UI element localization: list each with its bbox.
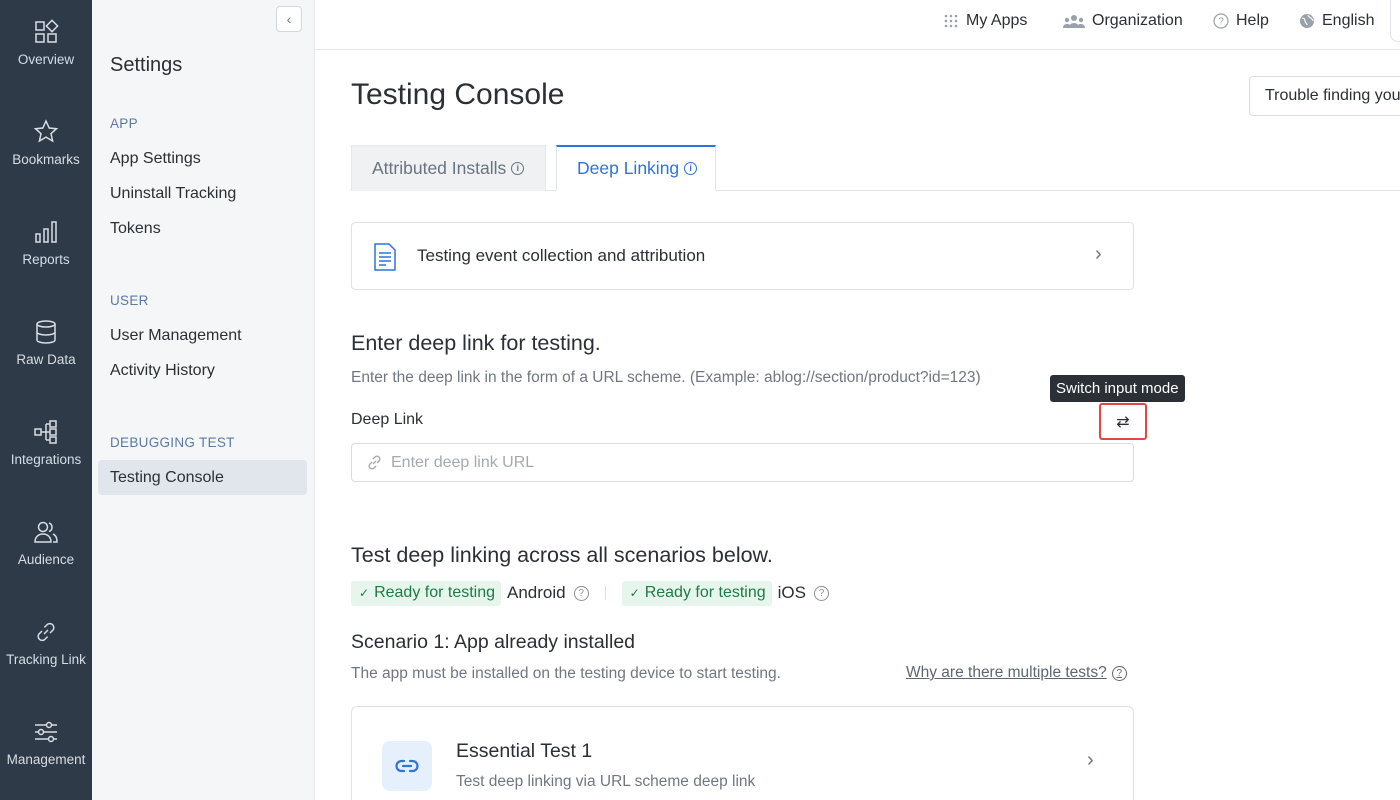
rail-item-management[interactable]: Management: [0, 718, 92, 798]
sidebar-item-testing-console[interactable]: Testing Console: [110, 469, 224, 487]
check-icon: ✓: [629, 586, 640, 600]
apps-grid-icon: [944, 14, 958, 28]
section-label-user: USER: [110, 293, 149, 308]
badge-label: Ready for testing: [374, 584, 496, 601]
database-icon: [36, 320, 56, 344]
rail-label: Audience: [17, 552, 75, 567]
rail-label: Raw Data: [16, 352, 76, 367]
deep-link-field-label: Deep Link: [351, 411, 424, 428]
rail-item-audience[interactable]: Audience: [0, 518, 92, 598]
integration-tree-icon: [34, 420, 57, 444]
page-title: Testing Console: [351, 78, 565, 111]
organization-button[interactable]: Organization: [1063, 12, 1183, 30]
scenario-1-title: Scenario 1: App already installed: [351, 631, 636, 653]
rail-item-raw-data[interactable]: Raw Data: [0, 318, 92, 398]
chevron-right-icon: ›: [1087, 749, 1094, 771]
document-icon: [374, 243, 396, 271]
rail-label: Overview: [17, 52, 75, 67]
divider: [604, 586, 606, 600]
globe-icon: [1300, 14, 1314, 28]
swap-arrows-icon: ⇄: [1116, 413, 1130, 431]
check-icon: ✓: [359, 586, 370, 600]
rail-label: Integrations: [10, 452, 82, 467]
guide-card-label: Testing event collection and attribution: [417, 246, 706, 265]
essential-test-1-description: Test deep linking via URL scheme deep li…: [456, 773, 756, 790]
rail-label: Tracking Link: [6, 652, 86, 667]
sidebar-item-uninstall-tracking[interactable]: Uninstall Tracking: [110, 185, 236, 203]
chevron-left-icon: ‹: [286, 11, 292, 27]
my-apps-label: My Apps: [966, 12, 1028, 29]
section-label-app: APP: [110, 116, 138, 131]
rail-label: Management: [6, 752, 86, 767]
users-icon: [34, 521, 58, 543]
badge-label: Ready for testing: [644, 584, 766, 601]
rail-item-overview[interactable]: Overview: [0, 18, 92, 98]
bar-chart-icon: [35, 221, 57, 243]
help-button[interactable]: ? Help: [1213, 12, 1269, 30]
language-label: English: [1322, 12, 1375, 29]
switch-input-mode-button[interactable]: ⇄: [1099, 403, 1147, 440]
deep-link-input[interactable]: [391, 453, 1091, 472]
essential-test-1-title: Essential Test 1: [456, 740, 593, 762]
profile-button-edge[interactable]: [1390, 0, 1400, 42]
platform-android: Android: [507, 583, 566, 602]
platform-status-row: ✓ Ready for testing Android ? ✓ Ready fo…: [351, 580, 829, 606]
help-circle-icon: ?: [1213, 13, 1229, 29]
organization-label: Organization: [1092, 12, 1183, 29]
sidebar-item-activity-history[interactable]: Activity History: [110, 362, 215, 380]
chevron-right-icon: ›: [1095, 243, 1102, 265]
section-label-debugging-test: DEBUGGING TEST: [110, 435, 235, 450]
deep-link-input-wrapper: [351, 443, 1134, 482]
ready-badge-ios: ✓ Ready for testing: [621, 580, 772, 606]
overview-grid-icon: [35, 19, 59, 43]
guide-card-event-collection[interactable]: Testing event collection and attribution…: [351, 222, 1134, 290]
help-label: Help: [1236, 12, 1269, 29]
rail-item-reports[interactable]: Reports: [0, 218, 92, 298]
essential-test-1-card[interactable]: Essential Test 1 Test deep linking via U…: [351, 706, 1134, 800]
rail-label: Bookmarks: [12, 152, 80, 167]
star-icon: [33, 119, 59, 143]
info-icon: i: [684, 162, 698, 175]
top-header: My Apps Organization ? Help English: [315, 0, 1400, 50]
rail-item-tracking-link[interactable]: Tracking Link: [0, 618, 92, 698]
rail-item-bookmarks[interactable]: Bookmarks: [0, 118, 92, 198]
why-link-label: Why are there multiple tests?: [906, 664, 1107, 681]
my-apps-button[interactable]: My Apps: [943, 12, 1027, 30]
platform-ios: iOS: [777, 583, 806, 602]
settings-sidebar: ‹ Settings APP App Settings Uninstall Tr…: [92, 0, 315, 800]
rail-label: Reports: [22, 252, 70, 267]
rail-item-integrations[interactable]: Integrations: [0, 418, 92, 498]
trouble-finding-button[interactable]: Trouble finding you: [1249, 76, 1400, 116]
tab-label: Deep Linking: [577, 158, 680, 178]
organization-icon: [1063, 15, 1085, 28]
link-icon: [382, 741, 432, 791]
deep-link-heading: Enter deep link for testing.: [351, 331, 601, 355]
help-circle-icon[interactable]: ?: [573, 585, 589, 601]
switch-input-mode-tooltip: Switch input mode: [1050, 375, 1185, 402]
help-circle-icon[interactable]: ?: [813, 585, 829, 601]
tab-label: Attributed Installs: [372, 158, 507, 178]
collapse-sidebar-button[interactable]: ‹: [276, 6, 302, 32]
sidebar-title: Settings: [110, 54, 183, 76]
sidebar-item-user-management[interactable]: User Management: [110, 327, 242, 345]
tab-deep-linking[interactable]: Deep Linking i: [556, 145, 716, 191]
info-icon: i: [511, 162, 525, 175]
help-circle-icon: ?: [1111, 665, 1127, 681]
tab-attributed-installs[interactable]: Attributed Installs i: [351, 145, 546, 191]
scenarios-heading: Test deep linking across all scenarios b…: [351, 543, 773, 567]
ready-badge-android: ✓ Ready for testing: [351, 580, 502, 606]
icon-rail: Overview Bookmarks Reports Raw Data Inte…: [0, 0, 92, 800]
language-button[interactable]: English: [1299, 12, 1374, 30]
sidebar-item-tokens[interactable]: Tokens: [110, 220, 161, 238]
link-icon: [368, 455, 381, 470]
svg-text:?: ?: [1218, 17, 1224, 28]
sidebar-item-app-settings[interactable]: App Settings: [110, 150, 201, 168]
sliders-icon: [35, 721, 57, 743]
link-icon: [37, 622, 55, 642]
deep-link-description: Enter the deep link in the form of a URL…: [351, 369, 981, 386]
why-multiple-tests-link[interactable]: Why are there multiple tests? ?: [906, 664, 1127, 682]
scenario-1-description: The app must be installed on the testing…: [351, 665, 781, 682]
